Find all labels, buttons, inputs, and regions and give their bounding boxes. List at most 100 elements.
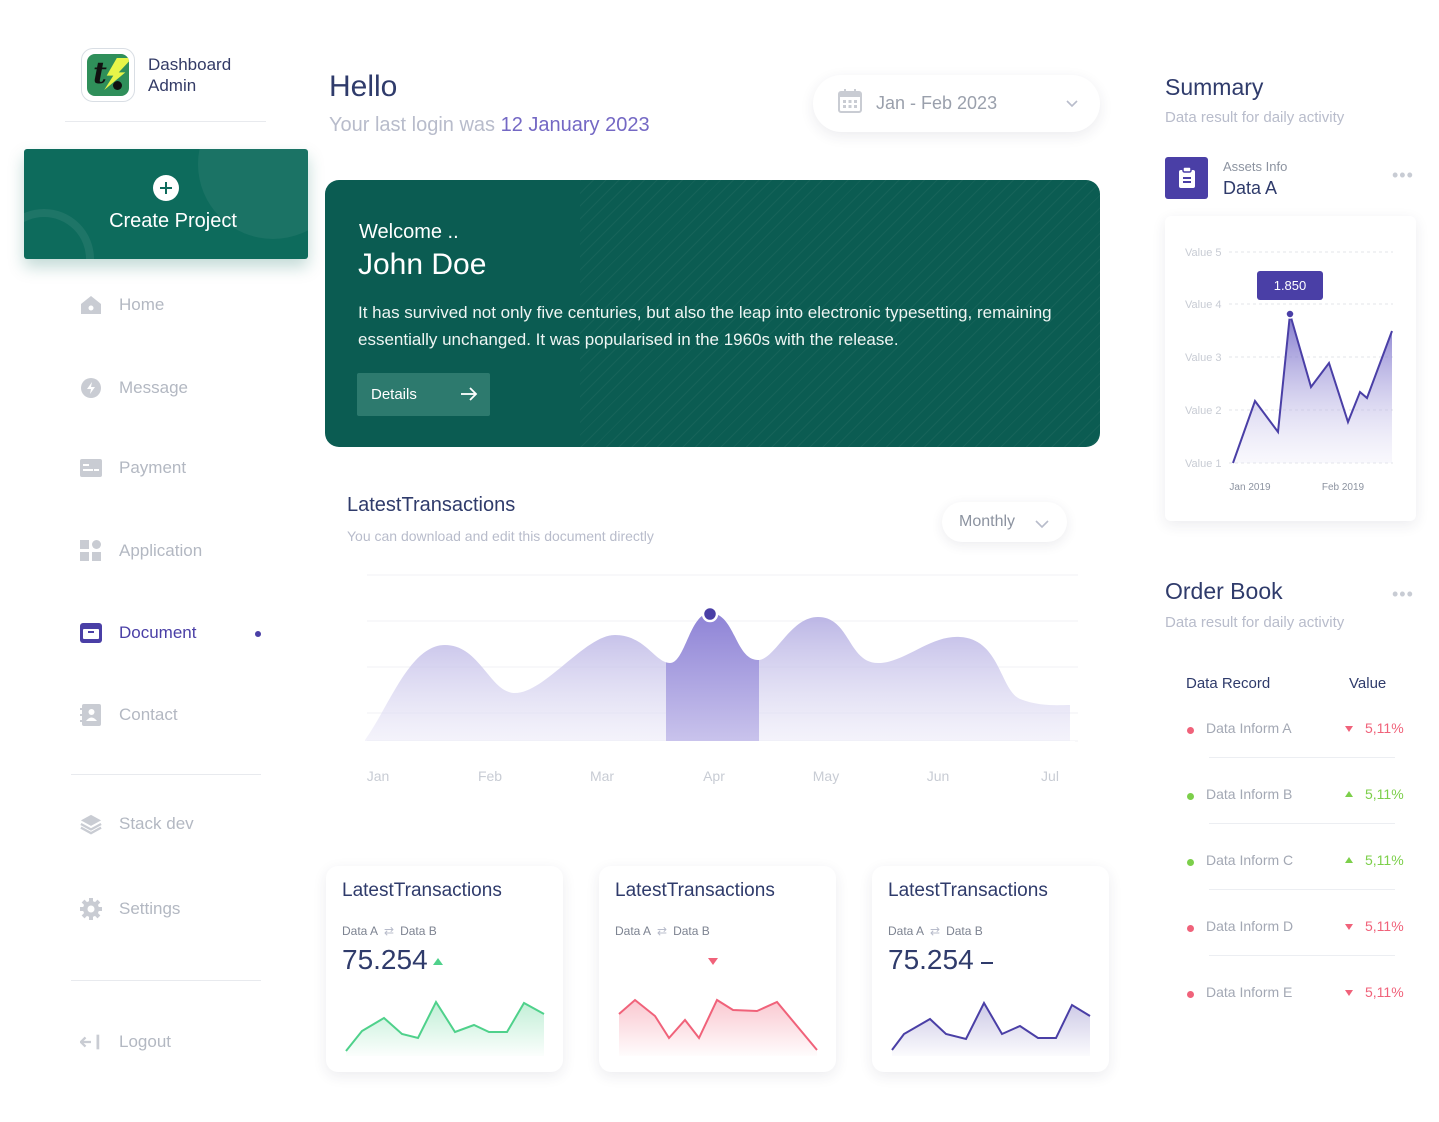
table-row[interactable]: Data Inform D 5,11% bbox=[1185, 918, 1415, 938]
table-row[interactable]: Data Inform A 5,11% bbox=[1185, 720, 1415, 740]
status-dot bbox=[1187, 925, 1194, 932]
transactions-area-chart: Jan Feb Mar Apr May Jun Jul bbox=[360, 574, 1078, 784]
status-dot bbox=[1187, 991, 1194, 998]
y-tick-label: Value 5 bbox=[1185, 247, 1222, 259]
archive-icon bbox=[80, 622, 102, 644]
row-divider bbox=[1209, 955, 1395, 956]
x-tick-label: Feb 2019 bbox=[1322, 482, 1365, 493]
trend-down-icon bbox=[1345, 924, 1353, 930]
column-header-record: Data Record bbox=[1186, 675, 1271, 692]
sidebar-item-application[interactable]: Application bbox=[80, 538, 202, 564]
trend-up-icon bbox=[1345, 791, 1353, 797]
status-dot bbox=[1187, 859, 1194, 866]
date-range-picker[interactable]: Jan - Feb 2023 bbox=[813, 75, 1100, 132]
layers-icon bbox=[80, 813, 102, 835]
sidebar-item-label: Message bbox=[119, 378, 188, 397]
page-title: Hello bbox=[329, 70, 398, 103]
welcome-greeting: Welcome .. bbox=[359, 221, 459, 243]
table-row[interactable]: Data Inform E 5,11% bbox=[1185, 984, 1415, 1004]
chevron-down-icon bbox=[1066, 95, 1078, 113]
logo-mark-icon: t bbox=[87, 54, 129, 96]
pair-from: Data A bbox=[888, 924, 925, 938]
card-icon bbox=[80, 457, 102, 479]
brand-line-2: Admin bbox=[148, 76, 197, 95]
logout-icon bbox=[80, 1031, 102, 1053]
sidebar-item-message[interactable]: Message bbox=[80, 375, 188, 401]
status-dot bbox=[1187, 793, 1194, 800]
create-project-button[interactable] bbox=[24, 149, 308, 259]
pair-to: Data B bbox=[673, 924, 710, 938]
summary-highlight-point[interactable] bbox=[1285, 309, 1295, 319]
row-value: 5,11% bbox=[1365, 786, 1404, 802]
plus-circle-icon bbox=[153, 175, 179, 201]
x-tick-label: Feb bbox=[478, 768, 502, 784]
sidebar-item-document[interactable]: Document bbox=[80, 620, 196, 646]
chart-highlight-point[interactable] bbox=[701, 605, 719, 623]
pair-to: Data B bbox=[400, 924, 437, 938]
asset-name: Data A bbox=[1223, 178, 1278, 198]
swap-arrows-icon: ⇄ bbox=[384, 924, 395, 938]
y-tick-label: Value 3 bbox=[1185, 352, 1222, 364]
sidebar-item-label: Document bbox=[119, 623, 197, 642]
row-value: 5,11% bbox=[1365, 984, 1404, 1000]
mini-card-value: 75.254 bbox=[888, 944, 974, 975]
trend-up-icon bbox=[1345, 857, 1353, 863]
period-select-value: Monthly bbox=[959, 513, 1016, 530]
more-options-icon[interactable]: ••• bbox=[1392, 584, 1414, 605]
sidebar-item-label: Stack dev bbox=[119, 814, 194, 833]
swap-arrows-icon: ⇄ bbox=[657, 924, 668, 938]
sidebar-item-payment[interactable]: Payment bbox=[80, 455, 186, 481]
trend-up-icon bbox=[433, 958, 443, 965]
row-value: 5,11% bbox=[1365, 852, 1404, 868]
more-options-icon[interactable]: ••• bbox=[1392, 165, 1414, 186]
details-button[interactable]: Details bbox=[357, 373, 490, 416]
transactions-subtitle: You can download and edit this document … bbox=[347, 528, 654, 544]
sidebar-item-label: Payment bbox=[119, 458, 187, 477]
table-row[interactable]: Data Inform C 5,11% bbox=[1185, 852, 1415, 872]
row-name: Data Inform D bbox=[1206, 918, 1294, 934]
last-login-text: Your last login was 12 January 2023 bbox=[329, 114, 650, 137]
mini-card-title: LatestTransactions bbox=[888, 880, 1048, 901]
column-header-value: Value bbox=[1349, 675, 1387, 692]
mini-card-2[interactable]: LatestTransactions Data A ⇄ Data B bbox=[599, 866, 836, 1072]
mini-card-1[interactable]: LatestTransactions Data A ⇄ Data B 75.25… bbox=[326, 866, 563, 1072]
sidebar-item-label: Logout bbox=[119, 1032, 171, 1051]
trend-down-icon bbox=[1345, 990, 1353, 996]
mini-card-title: LatestTransactions bbox=[615, 880, 775, 901]
row-divider bbox=[1209, 823, 1395, 824]
sidebar-item-label: Contact bbox=[119, 705, 178, 724]
summary-title: Summary bbox=[1165, 74, 1264, 100]
table-row[interactable]: Data Inform B 5,11% bbox=[1185, 786, 1415, 806]
sidebar-item-label: Home bbox=[119, 295, 165, 314]
mini-card-3[interactable]: LatestTransactions Data A ⇄ Data B 75.25… bbox=[872, 866, 1109, 1072]
date-range-value: Jan - Feb 2023 bbox=[876, 93, 998, 113]
logout-button[interactable]: Logout bbox=[80, 1029, 171, 1055]
summary-x-axis: Jan 2019 Feb 2019 bbox=[1229, 482, 1364, 493]
sidebar-item-home[interactable]: Home bbox=[80, 292, 164, 318]
transactions-title: LatestTransactions bbox=[347, 494, 516, 516]
y-tick-label: Value 2 bbox=[1185, 405, 1222, 417]
sidebar-item-contact[interactable]: Contact bbox=[80, 702, 178, 728]
summary-tooltip-value: 1.850 bbox=[1274, 278, 1307, 293]
chart-x-axis: Jan Feb Mar Apr May Jun Jul bbox=[367, 768, 1059, 784]
x-tick-label: Jun bbox=[927, 768, 950, 784]
row-name: Data Inform E bbox=[1206, 984, 1293, 1000]
sidebar-divider-middle bbox=[71, 774, 261, 775]
sidebar-item-stack-dev[interactable]: Stack dev bbox=[80, 811, 194, 837]
active-indicator-dot bbox=[255, 631, 261, 637]
sidebar-item-label: Application bbox=[119, 541, 203, 560]
home-icon bbox=[80, 294, 102, 316]
x-tick-label: May bbox=[813, 768, 839, 784]
period-select[interactable]: Monthly bbox=[942, 502, 1067, 542]
sidebar-item-settings[interactable]: Settings bbox=[80, 896, 180, 922]
row-name: Data Inform A bbox=[1206, 720, 1292, 736]
details-button-label: Details bbox=[371, 386, 417, 403]
row-value: 5,11% bbox=[1365, 720, 1404, 736]
mini-card-pair: Data A ⇄ Data B bbox=[888, 924, 983, 938]
trend-down-icon bbox=[1345, 726, 1353, 732]
asset-info-label: Assets Info bbox=[1223, 159, 1288, 174]
create-project-label: Create Project bbox=[109, 210, 237, 232]
x-tick-label: Mar bbox=[590, 768, 614, 784]
mini-sparkline-green bbox=[345, 999, 545, 1056]
last-login-date: 12 January 2023 bbox=[500, 114, 650, 136]
